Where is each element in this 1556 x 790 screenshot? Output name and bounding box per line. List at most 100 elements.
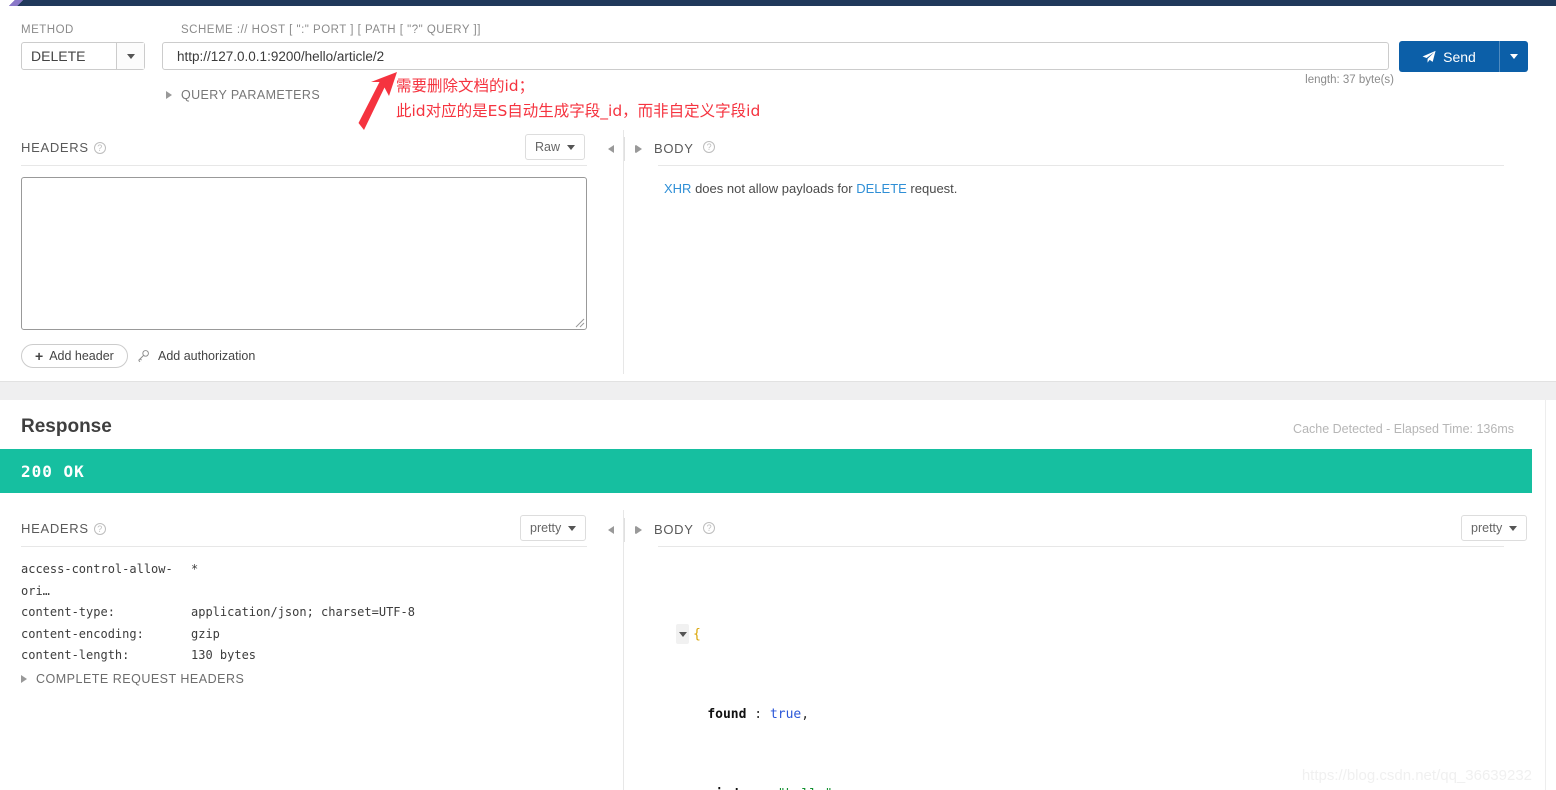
response-headers-list: access-control-allow-ori… * content-type… bbox=[21, 559, 415, 667]
json-root-line: { bbox=[676, 625, 856, 645]
response-title: Response bbox=[21, 416, 112, 438]
header-value: 130 bytes bbox=[191, 645, 256, 667]
header-key: content-encoding: bbox=[21, 624, 191, 646]
response-headers-format-value: pretty bbox=[530, 521, 561, 535]
body-note-mid: does not allow payloads for bbox=[691, 181, 856, 196]
url-input[interactable]: http://127.0.0.1:9200/hello/article/2 bbox=[162, 42, 1389, 70]
request-headers-label: HEADERS bbox=[21, 140, 89, 155]
header-key: access-control-allow-ori… bbox=[21, 559, 191, 602]
json-key: _index bbox=[707, 785, 754, 790]
chevron-right-icon bbox=[21, 675, 27, 683]
json-key: found bbox=[707, 705, 746, 725]
chevron-down-icon bbox=[679, 632, 687, 637]
chevron-left-icon bbox=[608, 526, 614, 534]
response-headers-title: HEADERS ? bbox=[21, 521, 106, 536]
header-value: * bbox=[191, 559, 198, 602]
divider bbox=[21, 165, 587, 166]
chevron-down-icon bbox=[568, 526, 576, 531]
method-value: DELETE bbox=[22, 43, 116, 69]
request-body-label: BODY bbox=[654, 141, 694, 156]
xhr-link[interactable]: XHR bbox=[664, 181, 691, 196]
help-icon[interactable]: ? bbox=[94, 142, 106, 154]
collapse-toggle-root[interactable] bbox=[676, 624, 689, 644]
complete-request-headers-toggle[interactable]: COMPLETE REQUEST HEADERS bbox=[21, 672, 244, 686]
query-parameters-label: QUERY PARAMETERS bbox=[181, 88, 320, 102]
chevron-left-icon bbox=[608, 145, 614, 153]
json-line: found : true, bbox=[676, 705, 856, 725]
collapse-left-button[interactable] bbox=[598, 526, 624, 534]
header-key: content-length: bbox=[21, 645, 191, 667]
chevron-down-icon[interactable] bbox=[116, 43, 144, 69]
response-headers-format-select[interactable]: pretty bbox=[520, 515, 586, 541]
table-row: access-control-allow-ori… * bbox=[21, 559, 415, 602]
url-hint-label: SCHEME :// HOST [ ":" PORT ] [ PATH [ "?… bbox=[181, 24, 481, 36]
plus-icon: + bbox=[35, 349, 43, 363]
header-key: content-type: bbox=[21, 602, 191, 624]
response-json-viewer: { found : true, _index : "hello", _type … bbox=[676, 565, 856, 790]
add-authorization-label: Add authorization bbox=[158, 349, 255, 363]
table-row: content-type: application/json; charset=… bbox=[21, 602, 415, 624]
textarea-resize-handle[interactable] bbox=[573, 316, 585, 328]
table-row: content-encoding: gzip bbox=[21, 624, 415, 646]
request-headers-title: HEADERS ? bbox=[21, 140, 106, 155]
request-body-title[interactable]: BODY ? bbox=[636, 140, 715, 158]
divider bbox=[623, 510, 624, 790]
response-panel: Response Cache Detected - Elapsed Time: … bbox=[0, 400, 1556, 790]
table-row: content-length: 130 bytes bbox=[21, 645, 415, 667]
app-screen: METHOD SCHEME :// HOST [ ":" PORT ] [ PA… bbox=[0, 0, 1556, 790]
divider bbox=[658, 165, 1504, 166]
complete-request-headers-label: COMPLETE REQUEST HEADERS bbox=[36, 672, 244, 686]
json-value: "hello" bbox=[778, 785, 833, 790]
response-body-format-value: pretty bbox=[1471, 521, 1502, 535]
chevron-right-icon bbox=[166, 91, 172, 99]
query-parameters-toggle[interactable]: QUERY PARAMETERS bbox=[166, 88, 320, 102]
annotation-text: 需要删除文档的id； 此id对应的是ES自动生成字段_id，而非自定义字段id bbox=[396, 74, 760, 124]
json-value: true bbox=[770, 705, 801, 725]
response-body-format-select[interactable]: pretty bbox=[1461, 515, 1527, 541]
json-brace: { bbox=[693, 625, 701, 645]
chevron-right-icon bbox=[636, 526, 642, 534]
help-icon[interactable]: ? bbox=[94, 523, 106, 535]
key-icon bbox=[136, 349, 150, 363]
json-line: _index : "hello", bbox=[676, 785, 856, 790]
watermark: https://blog.csdn.net/qq_36639232 bbox=[1302, 767, 1532, 784]
add-header-label: Add header bbox=[49, 349, 114, 363]
delete-link[interactable]: DELETE bbox=[856, 181, 907, 196]
help-icon[interactable]: ? bbox=[703, 522, 715, 534]
response-cache-note: Cache Detected - Elapsed Time: 136ms bbox=[1293, 422, 1514, 436]
send-button-main[interactable]: Send bbox=[1399, 41, 1499, 72]
status-badge: 200 OK bbox=[21, 462, 85, 481]
method-label: METHOD bbox=[21, 24, 74, 36]
send-options-chevron-icon[interactable] bbox=[1499, 41, 1528, 72]
response-headers-label: HEADERS bbox=[21, 521, 89, 536]
chevron-down-icon bbox=[567, 145, 575, 150]
divider bbox=[21, 546, 587, 547]
chevron-right-icon bbox=[636, 145, 642, 153]
annotation-line-2: 此id对应的是ES自动生成字段_id，而非自定义字段id bbox=[396, 99, 760, 124]
response-status-bar: 200 OK bbox=[0, 449, 1532, 493]
send-button[interactable]: Send bbox=[1399, 41, 1528, 72]
response-body-title[interactable]: BODY ? bbox=[636, 521, 715, 539]
body-note-tail: request. bbox=[907, 181, 958, 196]
send-button-label: Send bbox=[1443, 49, 1476, 65]
annotation-line-1: 需要删除文档的id； bbox=[396, 74, 760, 99]
url-length-note: length: 37 byte(s) bbox=[1305, 74, 1394, 86]
request-headers-input[interactable] bbox=[21, 177, 587, 330]
panel-gap bbox=[0, 383, 1556, 400]
help-icon[interactable]: ? bbox=[703, 141, 715, 153]
request-headers-format-select[interactable]: Raw bbox=[525, 134, 585, 160]
chevron-down-icon bbox=[1509, 526, 1517, 531]
request-body-note: XHR does not allow payloads for DELETE r… bbox=[664, 181, 957, 196]
add-header-button[interactable]: + Add header bbox=[21, 344, 128, 368]
header-value: gzip bbox=[191, 624, 220, 646]
method-select[interactable]: DELETE bbox=[21, 42, 145, 70]
header-value: application/json; charset=UTF-8 bbox=[191, 602, 415, 624]
paper-plane-icon bbox=[1422, 50, 1436, 64]
divider bbox=[658, 546, 1504, 547]
panel-edge bbox=[1545, 400, 1546, 790]
request-headers-format-value: Raw bbox=[535, 140, 560, 154]
add-authorization-button[interactable]: Add authorization bbox=[136, 344, 255, 368]
request-panel: METHOD SCHEME :// HOST [ ":" PORT ] [ PA… bbox=[0, 6, 1556, 382]
collapse-left-button[interactable] bbox=[598, 145, 624, 153]
response-body-label: BODY bbox=[654, 522, 694, 537]
